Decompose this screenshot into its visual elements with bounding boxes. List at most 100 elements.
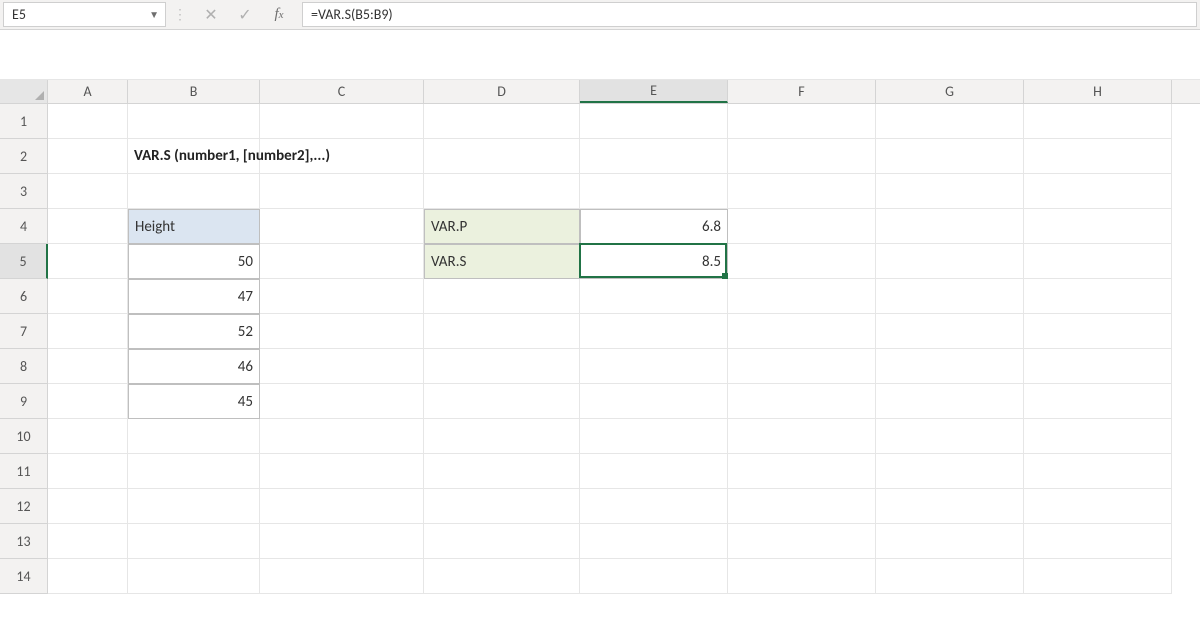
cell-A10[interactable] (48, 419, 128, 454)
cell-A12[interactable] (48, 489, 128, 524)
cell-G2[interactable] (876, 139, 1024, 174)
cell-F14[interactable] (728, 559, 876, 594)
cancel-icon[interactable]: ✕ (194, 0, 228, 29)
cell-A6[interactable] (48, 279, 128, 314)
formula-input[interactable]: =VAR.S(B5:B9) (302, 2, 1197, 27)
cell-A3[interactable] (48, 174, 128, 209)
cell-H7[interactable] (1024, 314, 1172, 349)
row-header-7[interactable]: 7 (0, 314, 48, 349)
cell-D13[interactable] (424, 524, 580, 559)
row-header-9[interactable]: 9 (0, 384, 48, 419)
cell-C14[interactable] (260, 559, 424, 594)
cell-F11[interactable] (728, 454, 876, 489)
row-header-4[interactable]: 4 (0, 209, 48, 244)
chevron-down-icon[interactable]: ▼ (149, 8, 159, 21)
cell-G10[interactable] (876, 419, 1024, 454)
row-header-2[interactable]: 2 (0, 139, 48, 174)
cell-G4[interactable] (876, 209, 1024, 244)
cell-B12[interactable] (128, 489, 260, 524)
select-all-corner[interactable] (0, 80, 48, 103)
height-header[interactable]: Height (128, 209, 260, 244)
height-value[interactable]: 47 (128, 279, 260, 314)
cell-D14[interactable] (424, 559, 580, 594)
check-icon[interactable]: ✓ (228, 0, 262, 29)
cell-D11[interactable] (424, 454, 580, 489)
cell-H2[interactable] (1024, 139, 1172, 174)
cell-F6[interactable] (728, 279, 876, 314)
cell-G12[interactable] (876, 489, 1024, 524)
cell-H9[interactable] (1024, 384, 1172, 419)
cell-H5[interactable] (1024, 244, 1172, 279)
cell-B10[interactable] (128, 419, 260, 454)
cell-A14[interactable] (48, 559, 128, 594)
cell-H6[interactable] (1024, 279, 1172, 314)
row-header-3[interactable]: 3 (0, 174, 48, 209)
cell-G5[interactable] (876, 244, 1024, 279)
cell-H3[interactable] (1024, 174, 1172, 209)
cell-A2[interactable] (48, 139, 128, 174)
cell-F9[interactable] (728, 384, 876, 419)
cell-C10[interactable] (260, 419, 424, 454)
cell-D9[interactable] (424, 384, 580, 419)
cell-D1[interactable] (424, 104, 580, 139)
cell-A5[interactable] (48, 244, 128, 279)
result-label[interactable]: VAR.P (424, 209, 580, 244)
cell-C4[interactable] (260, 209, 424, 244)
page-title[interactable]: VAR.S (number1, [number2],...) (128, 139, 260, 174)
cell-C11[interactable] (260, 454, 424, 489)
cell-H1[interactable] (1024, 104, 1172, 139)
cell-F2[interactable] (728, 139, 876, 174)
cell-D12[interactable] (424, 489, 580, 524)
column-header-H[interactable]: H (1024, 80, 1172, 103)
column-header-D[interactable]: D (424, 80, 580, 103)
cell-C6[interactable] (260, 279, 424, 314)
cell-A8[interactable] (48, 349, 128, 384)
cell-G13[interactable] (876, 524, 1024, 559)
column-header-C[interactable]: C (260, 80, 424, 103)
column-header-F[interactable]: F (728, 80, 876, 103)
cell-E1[interactable] (580, 104, 728, 139)
cell-H11[interactable] (1024, 454, 1172, 489)
cell-E10[interactable] (580, 419, 728, 454)
row-header-6[interactable]: 6 (0, 279, 48, 314)
column-header-A[interactable]: A (48, 80, 128, 103)
cell-A9[interactable] (48, 384, 128, 419)
cell-D10[interactable] (424, 419, 580, 454)
cell-F7[interactable] (728, 314, 876, 349)
cell-H8[interactable] (1024, 349, 1172, 384)
cell-A4[interactable] (48, 209, 128, 244)
cell-B14[interactable] (128, 559, 260, 594)
cell-B13[interactable] (128, 524, 260, 559)
cell-C12[interactable] (260, 489, 424, 524)
cell-H13[interactable] (1024, 524, 1172, 559)
cell-B3[interactable] (128, 174, 260, 209)
column-header-E[interactable]: E (580, 80, 728, 103)
cell-H12[interactable] (1024, 489, 1172, 524)
row-header-13[interactable]: 13 (0, 524, 48, 559)
cell-C13[interactable] (260, 524, 424, 559)
row-header-14[interactable]: 14 (0, 559, 48, 594)
cell-C9[interactable] (260, 384, 424, 419)
height-value[interactable]: 52 (128, 314, 260, 349)
row-header-10[interactable]: 10 (0, 419, 48, 454)
row-header-1[interactable]: 1 (0, 104, 48, 139)
column-header-B[interactable]: B (128, 80, 260, 103)
cell-G14[interactable] (876, 559, 1024, 594)
cell-F4[interactable] (728, 209, 876, 244)
cell-C1[interactable] (260, 104, 424, 139)
cell-F13[interactable] (728, 524, 876, 559)
height-value[interactable]: 45 (128, 384, 260, 419)
cell-H14[interactable] (1024, 559, 1172, 594)
cell-E13[interactable] (580, 524, 728, 559)
cell-A7[interactable] (48, 314, 128, 349)
row-header-8[interactable]: 8 (0, 349, 48, 384)
cell-A1[interactable] (48, 104, 128, 139)
cell-E3[interactable] (580, 174, 728, 209)
cell-F1[interactable] (728, 104, 876, 139)
cell-E8[interactable] (580, 349, 728, 384)
name-box[interactable]: E5 ▼ (3, 2, 166, 27)
cell-F8[interactable] (728, 349, 876, 384)
cell-H10[interactable] (1024, 419, 1172, 454)
result-value[interactable]: 6.8 (580, 209, 728, 244)
cell-D3[interactable] (424, 174, 580, 209)
